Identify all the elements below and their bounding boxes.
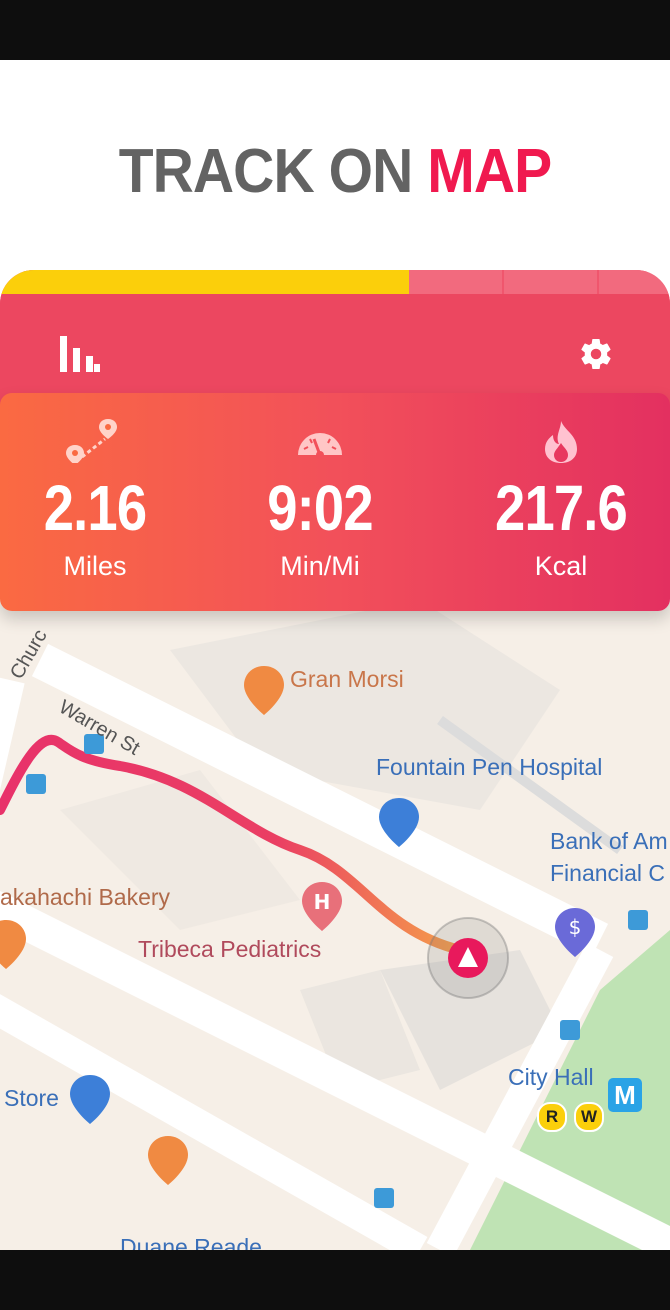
progress-segment-divider: [502, 270, 504, 294]
poi-bakery[interactable]: akahachi Bakery: [0, 884, 170, 911]
map-view[interactable]: $ H Churc Warren St Gran Morsi Fountain …: [0, 570, 670, 1250]
pace-unit: Min/Mi: [280, 551, 360, 581]
poi-bank-line1[interactable]: Bank of Am: [550, 828, 668, 855]
poi-gran-morsi[interactable]: Gran Morsi: [290, 666, 404, 693]
svg-text:$: $: [569, 915, 582, 939]
svg-text:H: H: [314, 890, 331, 914]
poi-city-hall[interactable]: City Hall: [508, 1064, 594, 1091]
status-bar: [0, 0, 670, 60]
title-word-map: MAP: [427, 137, 552, 206]
stat-calories: 217.6 Kcal: [451, 393, 670, 611]
pace-value: 9:02: [267, 472, 373, 544]
distance-value: 2.16: [43, 472, 147, 544]
poi-fountain-pen-hospital[interactable]: Fountain Pen Hospital: [376, 754, 602, 781]
settings-gear-icon[interactable]: [578, 336, 614, 372]
progress-segment-divider: [597, 270, 599, 294]
navigation-bar: [0, 1250, 670, 1310]
subway-w-icon: W: [574, 1102, 604, 1132]
stat-distance: 2.16 Miles: [0, 393, 205, 611]
poi-duane-reade[interactable]: Duane Reade: [120, 1234, 262, 1250]
stat-pace: 9:02 Min/Mi: [210, 393, 430, 611]
flame-icon: [545, 421, 577, 463]
progress-fill: [0, 270, 409, 294]
distance-unit: Miles: [63, 551, 127, 581]
poi-tribeca-pediatrics[interactable]: Tribeca Pediatrics: [138, 936, 321, 963]
calories-unit: Kcal: [534, 551, 588, 581]
metro-icon: M: [608, 1078, 642, 1112]
tracker-card: [0, 270, 670, 410]
title-word-track-on: TRACK ON: [118, 137, 414, 206]
stats-bars-icon[interactable]: [60, 336, 104, 372]
poi-store[interactable]: Store: [4, 1085, 59, 1112]
subway-r-icon: R: [537, 1102, 567, 1132]
screen-content: TRACK ON MAP $ H Churc Warren St Gran Mo…: [0, 60, 670, 1250]
stats-panel: 2.16 Miles 9:02 Min/Mi 217.6 Kcal: [0, 393, 670, 611]
route-pin-icon: [66, 419, 117, 463]
calories-value: 217.6: [495, 472, 628, 544]
poi-bank-line2[interactable]: Financial C: [550, 860, 665, 887]
progress-bar: [0, 270, 670, 294]
page-title: TRACK ON MAP: [27, 136, 643, 207]
speedometer-icon: [298, 433, 342, 459]
